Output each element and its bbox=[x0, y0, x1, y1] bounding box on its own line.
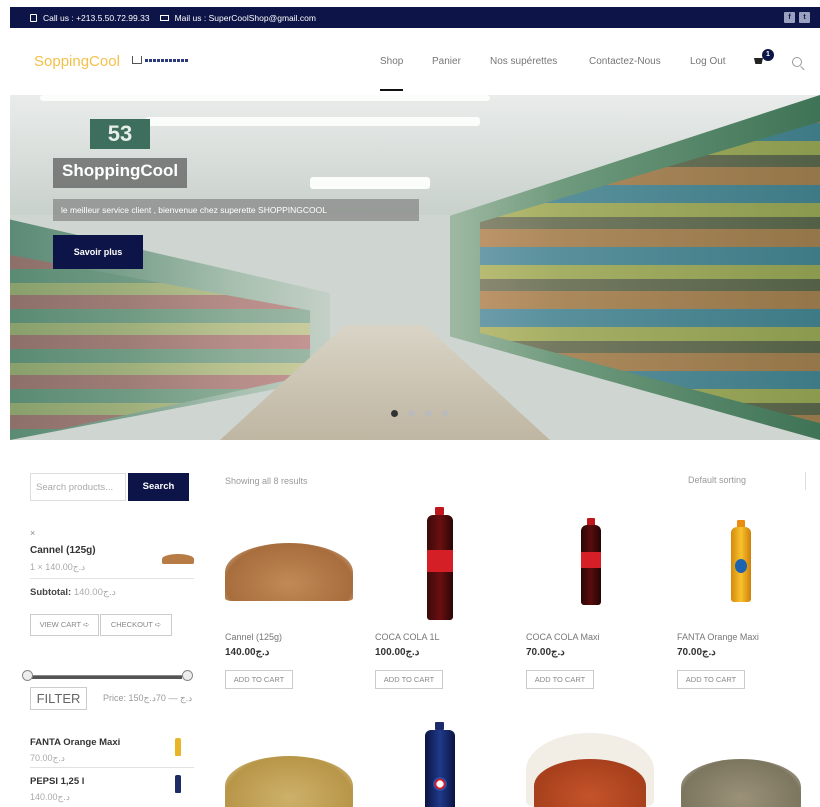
product-search-input[interactable]: Search products... bbox=[30, 473, 126, 501]
seeds-pile bbox=[225, 756, 353, 807]
product-image[interactable] bbox=[225, 740, 353, 807]
slider-dot[interactable] bbox=[442, 410, 449, 417]
price-range-min-handle[interactable] bbox=[22, 670, 33, 681]
checkout-button[interactable]: CHECKOUT ➪ bbox=[100, 614, 172, 636]
cart-shape bbox=[754, 58, 763, 64]
nav-contact[interactable]: Contactez-Nous bbox=[589, 56, 661, 67]
bottle-label bbox=[427, 550, 453, 572]
add-to-cart-button[interactable]: ADD TO CART bbox=[677, 670, 745, 689]
sidebar-product-name[interactable]: PEPSI 1,25 l bbox=[30, 776, 84, 787]
product-image[interactable] bbox=[677, 515, 805, 615]
divider bbox=[30, 578, 194, 579]
slider-dot[interactable] bbox=[391, 410, 398, 417]
pepper-pile bbox=[681, 759, 801, 807]
nav-logout[interactable]: Log Out bbox=[690, 56, 726, 67]
top-bar: Call us : +213.5.50.72.99.33 Mail us : S… bbox=[10, 7, 820, 28]
savoir-plus-button[interactable]: Savoir plus bbox=[53, 235, 143, 269]
add-to-cart-button[interactable]: ADD TO CART bbox=[375, 670, 443, 689]
product-price: 70.00د.ج bbox=[677, 647, 716, 658]
bottle-label bbox=[735, 559, 747, 573]
site-header: SoppingCool Shop Panier Nos supérettes C… bbox=[10, 28, 820, 94]
product-name[interactable]: COCA COLA Maxi bbox=[526, 632, 600, 642]
product-price: 70.00د.ج bbox=[526, 647, 565, 658]
product-image[interactable] bbox=[526, 733, 654, 807]
ceiling-light bbox=[145, 117, 480, 126]
product-image[interactable] bbox=[375, 722, 503, 807]
product-name[interactable]: Cannel (125g) bbox=[225, 632, 282, 642]
product-image[interactable] bbox=[526, 515, 654, 615]
call-info: Call us : +213.5.50.72.99.33 bbox=[30, 13, 150, 23]
checkout-label: CHECKOUT bbox=[110, 620, 153, 629]
product-image[interactable] bbox=[225, 523, 353, 623]
arrow-right-icon: ➪ bbox=[154, 620, 162, 629]
result-count: Showing all 8 results bbox=[225, 476, 308, 486]
pepsi-thumbnail[interactable] bbox=[175, 775, 181, 793]
add-to-cart-button[interactable]: ADD TO CART bbox=[225, 670, 293, 689]
hero-subtitle: le meilleur service client , bienvenue c… bbox=[61, 205, 327, 215]
mini-cart-subtotal: Subtotal: 140.00د.ج bbox=[30, 587, 116, 598]
nav-shop[interactable]: Shop bbox=[380, 56, 404, 91]
nav-superettes[interactable]: Nos supérettes bbox=[490, 56, 557, 67]
mini-cart-item-qty: 1 × 140.00د.ج bbox=[30, 562, 86, 572]
divider bbox=[30, 767, 194, 768]
filter-button[interactable]: FILTER bbox=[30, 687, 87, 710]
sorting-select[interactable]: Default sorting bbox=[678, 472, 806, 490]
filter-price-label: Price: 150د.ج — 70د.ج bbox=[103, 693, 193, 703]
bottle-cap bbox=[435, 722, 444, 730]
cart-icon[interactable]: 1 bbox=[754, 49, 774, 66]
product-image[interactable] bbox=[375, 505, 503, 620]
view-cart-button[interactable]: VIEW CART ➪ bbox=[30, 614, 99, 636]
pepsi-logo-icon bbox=[433, 777, 447, 791]
product-price: 140.00د.ج bbox=[225, 647, 270, 658]
cart-count-badge: 1 bbox=[762, 49, 774, 61]
ceiling-light bbox=[40, 95, 490, 101]
subtotal-label: Subtotal: bbox=[30, 587, 72, 598]
mini-cart-thumbnail[interactable] bbox=[162, 554, 194, 564]
subtotal-value: 140.00د.ج bbox=[73, 587, 116, 598]
phone-icon bbox=[30, 13, 37, 22]
call-text: Call us : +213.5.50.72.99.33 bbox=[43, 12, 150, 23]
aisle-sign: 53 bbox=[90, 119, 150, 149]
sidebar-product-price: 70.00د.ج bbox=[30, 753, 65, 763]
sidebar-product-name[interactable]: FANTA Orange Maxi bbox=[30, 737, 120, 748]
slider-dots bbox=[391, 410, 459, 417]
sidebar-product-price: 140.00د.ج bbox=[30, 792, 70, 802]
view-cart-label: VIEW CART bbox=[39, 620, 81, 629]
remove-item-icon[interactable]: × bbox=[30, 528, 35, 538]
search-icon[interactable] bbox=[792, 57, 802, 67]
mail-text[interactable]: Mail us : SuperCoolShop@gmail.com bbox=[175, 13, 316, 23]
supermarket-logo[interactable] bbox=[132, 54, 192, 66]
arrow-right-icon: ➪ bbox=[83, 620, 90, 629]
fanta-thumbnail[interactable] bbox=[175, 738, 181, 756]
paprika-pile bbox=[534, 759, 646, 807]
cinnamon-pile bbox=[225, 543, 353, 601]
hero-title: ShoppingCool bbox=[62, 161, 179, 180]
bottle-cap bbox=[435, 507, 444, 515]
pepsi-bottle bbox=[425, 730, 455, 807]
ceiling-light bbox=[310, 177, 430, 189]
mini-cart-item-name[interactable]: Cannel (125g) bbox=[30, 545, 96, 556]
facebook-icon[interactable]: f bbox=[784, 12, 795, 23]
twitter-icon[interactable]: t bbox=[799, 12, 810, 23]
product-price: 100.00د.ج bbox=[375, 647, 420, 658]
nav-panier[interactable]: Panier bbox=[432, 56, 461, 67]
logo-wordmark bbox=[145, 58, 189, 62]
hero-slider: 53 ShoppingCool le meilleur service clie… bbox=[10, 95, 820, 440]
add-to-cart-button[interactable]: ADD TO CART bbox=[526, 670, 594, 689]
product-image[interactable] bbox=[677, 735, 805, 807]
slider-dot[interactable] bbox=[425, 410, 432, 417]
price-range-fill bbox=[32, 676, 182, 679]
bottle-label bbox=[581, 552, 601, 568]
mail-info[interactable]: Mail us : SuperCoolShop@gmail.com bbox=[159, 13, 316, 23]
slider-dot[interactable] bbox=[408, 410, 415, 417]
price-range-max-handle[interactable] bbox=[182, 670, 193, 681]
search-button[interactable]: Search bbox=[128, 473, 189, 501]
site-logo[interactable]: SoppingCool bbox=[34, 53, 120, 70]
product-name[interactable]: COCA COLA 1L bbox=[375, 632, 440, 642]
logo-cart-icon bbox=[132, 56, 142, 64]
product-name[interactable]: FANTA Orange Maxi bbox=[677, 632, 759, 642]
mail-icon bbox=[159, 14, 169, 21]
